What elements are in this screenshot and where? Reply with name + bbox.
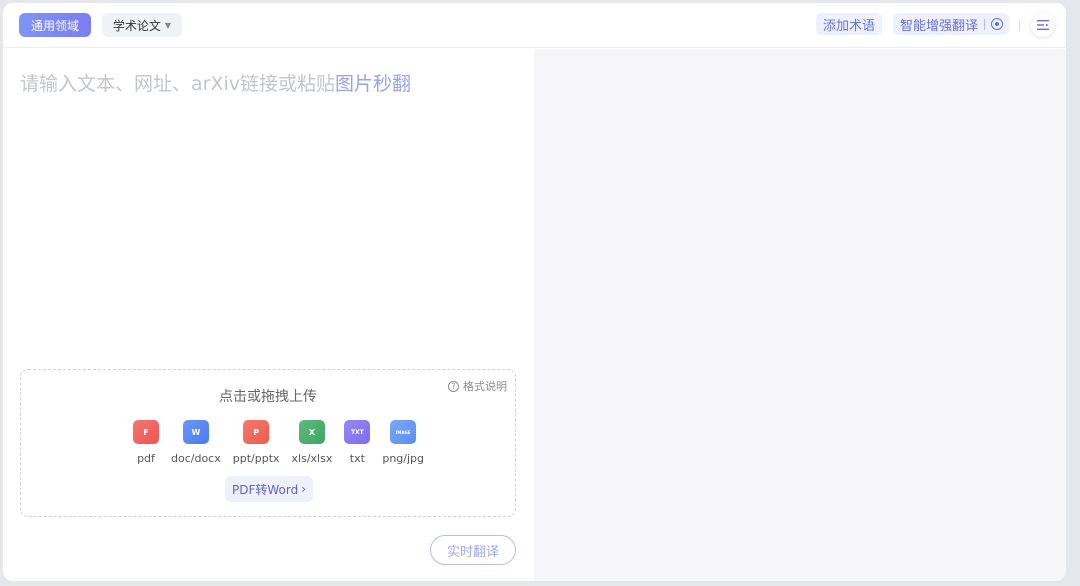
caret-down-icon: ▼ <box>164 20 172 30</box>
app-window: 通用领域 学术论文 ▼ 添加术语 智能增强翻译 请输入文本、网址、arXiv链接… <box>3 3 1066 581</box>
file-type-pdf[interactable]: F pdf <box>133 420 159 465</box>
settings-button[interactable] <box>1031 13 1055 37</box>
source-panel: 请输入文本、网址、arXiv链接或粘贴图片秒翻 点击或拖拽上传 ? 格式说明 F… <box>3 49 534 581</box>
pdf-to-word-label: PDF转Word <box>231 482 299 497</box>
pdf-to-word-button[interactable]: PDF转Word › <box>225 476 313 502</box>
chevron-right-icon: › <box>301 482 307 496</box>
divider <box>1019 20 1020 31</box>
file-type-xls[interactable]: X xls/xlsx <box>291 420 333 465</box>
txt-file-icon: TXT <box>344 420 371 444</box>
field-select-label: 学术论文 <box>112 18 161 33</box>
excel-file-icon: X <box>298 420 325 444</box>
txt-file-icon-glyph: TXT <box>350 428 364 436</box>
top-toolbar: 通用领域 学术论文 ▼ 添加术语 智能增强翻译 <box>3 3 1066 48</box>
file-type-label: ppt/pptx <box>232 452 280 465</box>
divider <box>984 18 986 30</box>
format-help-label: 格式说明 <box>463 380 507 393</box>
file-type-doc[interactable]: W doc/docx <box>171 420 221 465</box>
domain-button[interactable]: 通用领域 <box>19 13 91 37</box>
pdf-file-icon: F <box>133 420 159 444</box>
target-icon[interactable] <box>991 18 1004 30</box>
file-type-list: F pdf W doc/docx P ppt/pptx X xls/xlsx T… <box>133 420 424 465</box>
word-file-icon: W <box>182 420 209 444</box>
format-help-link[interactable]: ? 格式说明 <box>448 378 507 394</box>
upload-dropzone[interactable]: 点击或拖拽上传 ? 格式说明 F pdf W doc/docx P ppt/pp… <box>20 369 516 517</box>
file-type-ppt[interactable]: P ppt/pptx <box>233 420 280 465</box>
ppt-file-icon-glyph: P <box>253 427 260 437</box>
add-term-button[interactable]: 添加术语 <box>816 13 882 35</box>
ppt-file-icon: P <box>243 420 270 444</box>
pdf-file-icon-glyph: F <box>143 427 149 437</box>
translation-panel <box>534 49 1066 581</box>
realtime-translate-button[interactable]: 实时翻译 <box>430 535 516 565</box>
file-type-image[interactable]: IMAGE png/jpg <box>382 420 424 465</box>
file-type-label: png/jpg <box>382 452 425 465</box>
input-placeholder: 请输入文本、网址、arXiv链接或粘贴 <box>20 73 335 95</box>
settings-list-icon <box>1037 20 1049 30</box>
file-type-txt[interactable]: TXT txt <box>344 420 371 465</box>
image-file-icon: IMAGE <box>390 420 417 444</box>
image-translate-link[interactable]: 图片秒翻 <box>335 73 411 95</box>
field-select[interactable]: 学术论文 ▼ <box>102 13 182 37</box>
file-type-label: pdf <box>137 452 155 465</box>
word-file-icon-glyph: W <box>191 427 201 437</box>
enhance-translate-label: 智能增强翻译 <box>900 18 979 34</box>
question-icon: ? <box>448 380 459 392</box>
file-type-label: txt <box>349 452 365 465</box>
file-type-label: xls/xlsx <box>291 452 333 465</box>
source-text-input[interactable]: 请输入文本、网址、arXiv链接或粘贴图片秒翻 <box>20 69 520 99</box>
image-file-icon-glyph: IMAGE <box>395 429 411 435</box>
enhance-translate-button[interactable]: 智能增强翻译 <box>893 13 1009 35</box>
file-type-label: doc/docx <box>171 452 221 465</box>
excel-file-icon-glyph: X <box>308 427 316 437</box>
upload-title: 点击或拖拽上传 <box>219 389 317 405</box>
